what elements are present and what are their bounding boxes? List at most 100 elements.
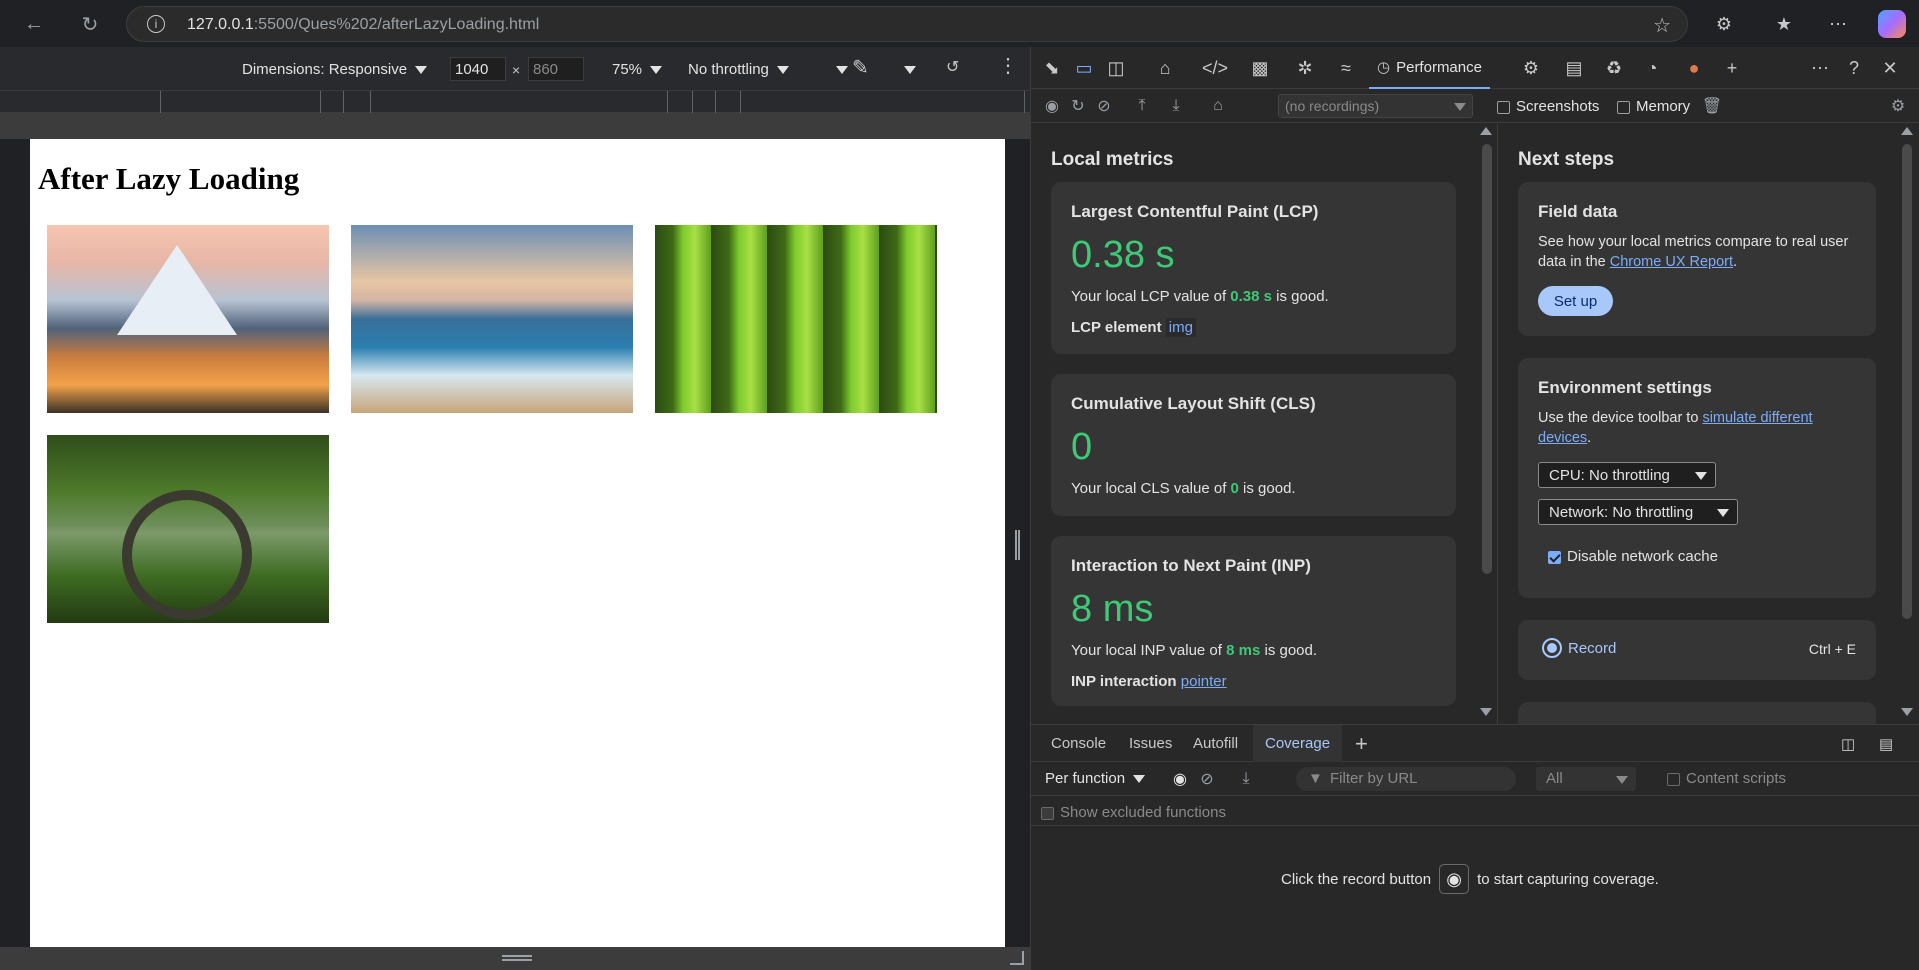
inp-description: Your local INP value of 8 ms is good. [1071,642,1318,659]
color-picker-icon[interactable]: ✎ [852,55,869,80]
inspect-icon[interactable]: ⬊ [1039,55,1065,81]
devtools-more-icon[interactable]: ⋯ [1807,55,1833,81]
save-data-dropdown[interactable] [828,61,848,76]
cookie-icon[interactable]: ● [1681,55,1707,81]
extensions-icon[interactable]: ⚙ [1710,10,1738,38]
cls-title: Cumulative Layout Shift (CLS) [1071,394,1316,413]
home-icon[interactable]: ⌂ [1207,95,1229,117]
more-tools-plus-icon[interactable]: + [1719,55,1745,81]
drawer-dock-icon[interactable]: ▤ [1879,725,1893,762]
recordings-select[interactable]: (no recordings) [1278,94,1473,118]
environment-description: Use the device toolbar to simulate diffe… [1538,410,1813,446]
coverage-clear-icon[interactable]: ⊘ [1196,768,1218,790]
record-icon[interactable]: ◉ [1041,95,1063,117]
coverage-type-select[interactable]: All [1536,767,1636,791]
page-title: After Lazy Loading [38,161,300,196]
clear-icon[interactable]: ⊘ [1093,95,1115,117]
local-metrics-panel: Local metrics Largest Contentful Paint (… [1031,124,1492,724]
screenshots-checkbox[interactable]: Screenshots [1497,98,1599,115]
back-icon[interactable]: ← [18,8,50,40]
width-input[interactable] [450,57,506,81]
application-icon[interactable]: ▤ [1561,55,1587,81]
dimensions-dropdown[interactable]: Dimensions: Responsive [242,61,428,78]
image-stone-bridge-lake [47,435,329,623]
setup-button[interactable]: Set up [1538,286,1613,316]
address-bar[interactable]: i 127.0.0.1:5500/Ques%202/afterLazyLoadi… [126,6,1688,42]
resize-handle-icon[interactable] [502,955,532,961]
drawer-tab-coverage[interactable]: Coverage [1253,725,1343,762]
disable-cache-checkbox[interactable]: Disable network cache [1548,548,1718,565]
memory-checkbox[interactable]: Memory [1617,98,1690,115]
right-scroll-up-icon[interactable] [1901,127,1913,135]
left-scrollbar[interactable] [1482,144,1492,574]
coverage-mode-select[interactable]: Per function [1045,770,1146,787]
sources-icon[interactable]: ✲ [1292,55,1318,81]
coverage-record-icon[interactable]: ◉ [1169,768,1191,790]
dock-icon[interactable]: ◫ [1103,55,1129,81]
move-drawer-icon[interactable]: ◫ [1841,725,1855,762]
rotate-dropdown[interactable] [896,61,916,76]
throttling-dropdown[interactable]: No throttling [688,61,789,78]
network-icon[interactable]: ≈ [1333,55,1359,81]
device-mode-icon[interactable]: ▭ [1071,55,1097,81]
drawer-tab-issues[interactable]: Issues [1129,725,1172,762]
show-excluded-checkbox[interactable]: Show excluded functions [1041,804,1226,821]
content-scripts-checkbox[interactable]: Content scripts [1667,770,1786,787]
scroll-up-icon[interactable] [1480,127,1492,135]
console-icon[interactable]: ▩ [1247,55,1273,81]
memory-tab-icon[interactable]: ⚙ [1518,55,1544,81]
tab-performance[interactable]: ◷ Performance [1369,47,1490,89]
record-shortcut: Ctrl + E [1808,641,1856,657]
favorites-icon[interactable]: ★ [1770,10,1798,38]
inp-title: Interaction to Next Paint (INP) [1071,556,1311,575]
right-scroll-down-icon[interactable] [1901,708,1913,716]
height-input[interactable] [528,57,584,81]
inline-record-icon[interactable]: ◉ [1439,864,1470,894]
css-overview-icon[interactable]: ◔ [1639,55,1665,81]
zoom-dropdown[interactable]: 75% [612,61,663,78]
browser-toolbar: ← ↻ i 127.0.0.1:5500/Ques%202/afterLazyL… [0,0,1919,47]
corner-resize-icon[interactable] [1010,951,1024,965]
more-menu-icon[interactable]: ⋯ [1824,10,1852,38]
elements-icon[interactable]: </> [1202,55,1228,81]
settings-gear-icon[interactable]: ⚙ [1887,95,1909,117]
inp-interaction-link[interactable]: pointer [1181,673,1227,690]
performance-toolbar: ◉ ↻ ⊘ ⤒ ⤓ ⌂ (no recordings) Screenshots … [1031,89,1919,123]
filter-url-input[interactable]: ▼ Filter by URL [1296,767,1516,791]
times-sign: × [512,62,521,78]
lcp-element-link[interactable]: img [1165,318,1196,337]
lighthouse-icon[interactable]: ♻ [1601,55,1627,81]
load-profile-icon[interactable]: ⤒ [1131,95,1153,117]
rotate-icon[interactable]: ↺ [946,57,959,77]
copilot-icon[interactable] [1878,10,1906,38]
bookmark-star-icon[interactable]: ☆ [1653,13,1671,38]
trash-icon[interactable]: 🗑 [1701,95,1723,117]
help-icon[interactable]: ? [1841,55,1867,81]
next-card-peek [1518,702,1876,724]
resize-bar[interactable] [0,947,1030,970]
drawer-tab-console[interactable]: Console [1051,725,1106,762]
right-scrollbar[interactable] [1902,144,1912,619]
media-query-ruler[interactable] [0,91,1030,113]
environment-card: Environment settings Use the device tool… [1518,358,1876,598]
field-data-description: See how your local metrics compare to re… [1538,234,1849,270]
chrome-ux-report-link[interactable]: Chrome UX Report [1610,254,1733,270]
cpu-throttling-select[interactable]: CPU: No throttling [1538,462,1716,488]
device-toolbar: Dimensions: Responsive × 75% No throttli… [0,47,1030,91]
drawer-tab-autofill[interactable]: Autofill [1193,725,1238,762]
close-devtools-icon[interactable]: ✕ [1877,55,1903,81]
reload-icon[interactable]: ↻ [74,8,106,40]
site-info-icon[interactable]: i [147,15,165,33]
inp-interaction-row: INP interaction pointer [1071,673,1227,690]
coverage-export-icon[interactable]: ⤓ [1235,768,1257,790]
record-button[interactable]: Record [1542,638,1616,658]
add-drawer-tab-icon[interactable]: + [1355,725,1368,762]
save-profile-icon[interactable]: ⤓ [1165,95,1187,117]
device-more-icon[interactable]: ⋮ [998,53,1018,78]
coverage-empty-state: Click the record button ◉ to start captu… [1031,826,1919,970]
welcome-icon[interactable]: ⌂ [1152,55,1178,81]
reload-profile-icon[interactable]: ↻ [1067,95,1089,117]
scroll-down-icon[interactable] [1480,708,1492,716]
network-throttling-select[interactable]: Network: No throttling [1538,499,1738,525]
side-resize-handle-icon[interactable] [1015,530,1020,560]
